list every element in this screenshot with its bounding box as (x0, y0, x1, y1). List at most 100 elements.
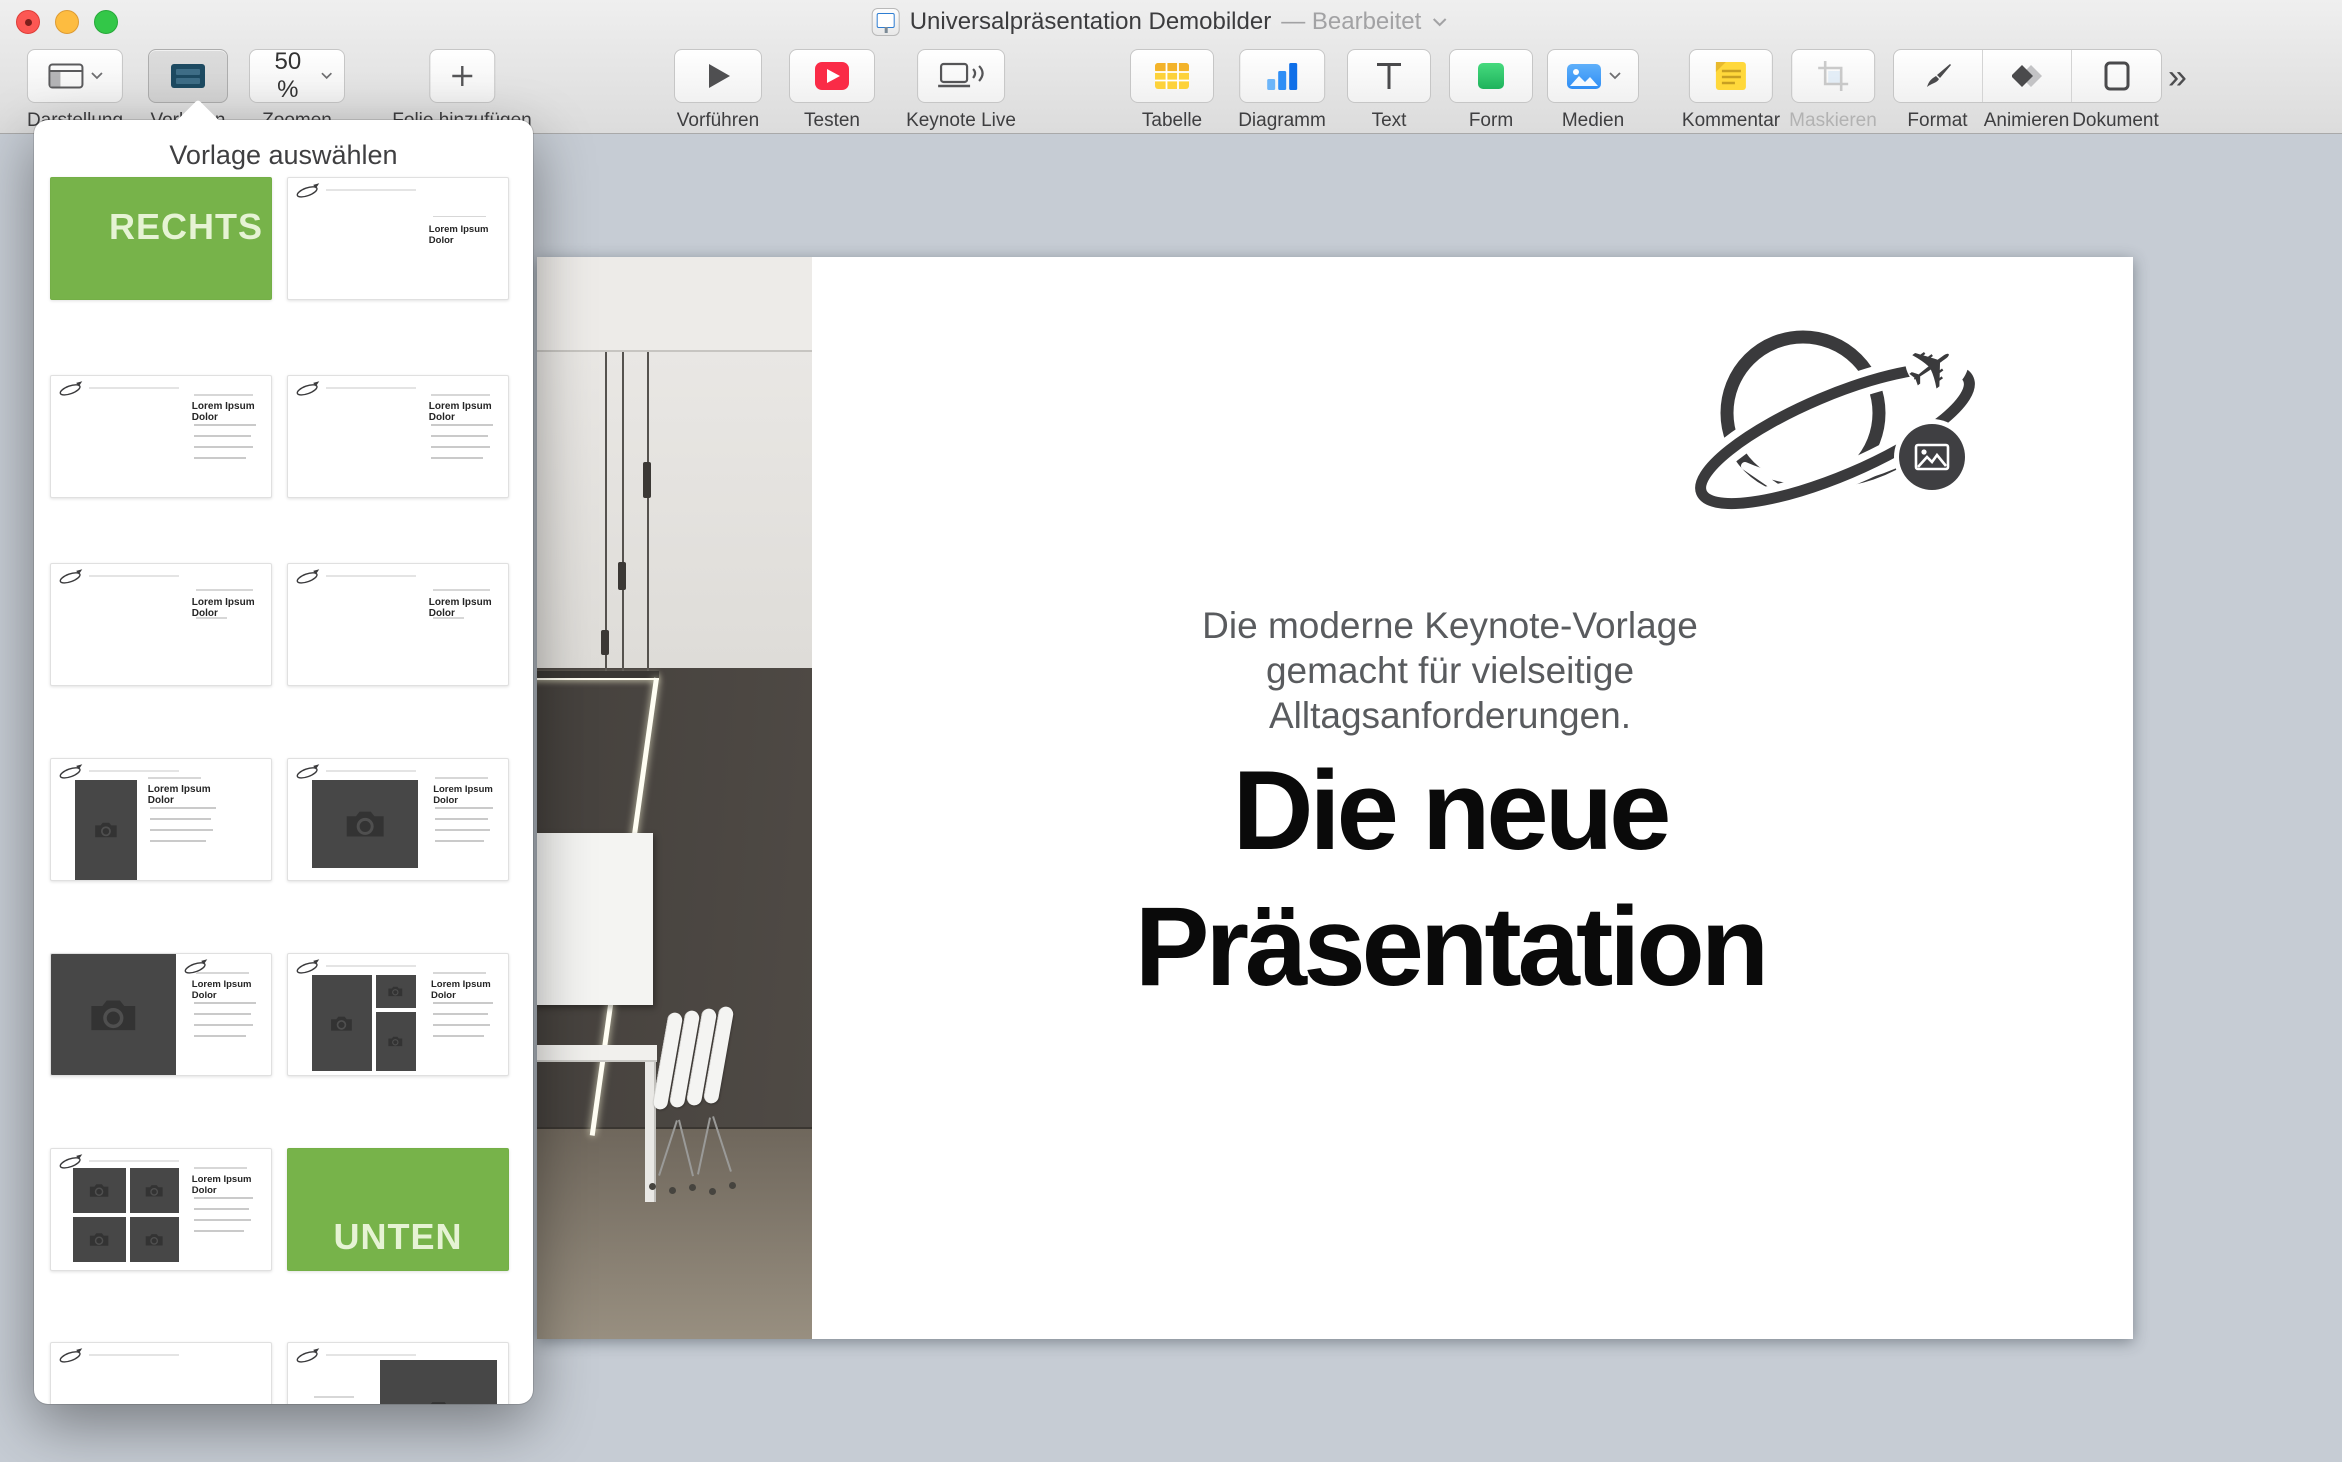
templates-button[interactable] (148, 49, 228, 103)
mini-logo-icon (58, 1348, 84, 1364)
template-thumb-rechts[interactable]: RECHTS (50, 177, 272, 300)
template-thumb-nur-überschrift-rechts-mittig[interactable]: Lorem Ipsum Dolor (287, 177, 509, 300)
title-chevron-down-icon[interactable] (1431, 17, 1447, 27)
zoom-button[interactable]: 50 % (249, 49, 345, 103)
toolbar-item-keynote-live: Keynote Live (906, 44, 1016, 132)
image-placeholder (73, 1217, 126, 1262)
chevron-down-icon (90, 72, 102, 80)
toolbar-item-vorfuehren: Vorführen (674, 44, 762, 132)
text-button[interactable] (1347, 49, 1431, 103)
template-thumb-überschrift-text-2[interactable]: Lorem Ipsum Dolor (287, 563, 509, 686)
inspector-segmented-control (1893, 49, 2162, 103)
plus-icon (449, 63, 475, 89)
template-thumb-überschrift-bullets-bild-1[interactable]: Lorem Ipsum Dolor (50, 758, 272, 881)
document-button[interactable] (2072, 50, 2161, 102)
template-popover: Vorlage auswählen RECHTSLorem Ipsum Dolo… (34, 120, 533, 1404)
template-thumb-überschrift-bullets-2[interactable]: Lorem Ipsum Dolor (287, 375, 509, 498)
rehearse-button[interactable] (789, 49, 875, 103)
comment-label: Kommentar (1682, 110, 1780, 132)
pendant-light (643, 462, 651, 498)
rehearse-icon (814, 61, 850, 91)
template-thumb-überschrift-bullets-4-bilder[interactable]: Lorem Ipsum Dolor (50, 1148, 272, 1271)
thumb-heading: Lorem Ipsum Dolor (433, 784, 499, 806)
toolbar-overflow-button[interactable]: » (2168, 58, 2184, 97)
template-thumb-überschrift-text[interactable]: Lorem Ipsum Dolor (50, 563, 272, 686)
shape-button[interactable] (1449, 49, 1533, 103)
photo-wall-light (537, 352, 812, 668)
photo-floor (537, 1127, 812, 1339)
titlebar: Universalpräsentation Demobilder — Bearb… (0, 0, 2342, 44)
close-button[interactable] (16, 10, 40, 34)
play-icon (704, 62, 732, 90)
format-brush-icon (1923, 61, 1953, 91)
image-placeholder (376, 1012, 416, 1071)
template-thumb-überschrift-bullets-3-bilder[interactable]: Lorem Ipsum Dolor (287, 953, 509, 1076)
play-button[interactable] (674, 49, 762, 103)
mini-logo-icon (295, 381, 321, 397)
toolbar-item-darstellung: Darstellung (27, 44, 123, 132)
toolbar-item-folie: Folie hinzufügen (392, 44, 531, 132)
shape-icon (1477, 62, 1505, 90)
mask-button[interactable] (1791, 49, 1875, 103)
template-thumb-blank[interactable] (287, 1342, 509, 1404)
mini-logo-icon (58, 381, 84, 397)
mask-label: Maskieren (1789, 110, 1877, 132)
table-icon (1154, 62, 1190, 90)
mini-logo-icon (295, 764, 321, 780)
keynote-live-label: Keynote Live (906, 110, 1016, 132)
thumb-heading: Lorem Ipsum Dolor (192, 401, 265, 423)
thumb-heading: Lorem Ipsum Dolor (192, 597, 265, 619)
mini-logo-icon (58, 764, 84, 780)
animate-label: Animieren (1982, 110, 2071, 132)
comment-button[interactable] (1689, 49, 1773, 103)
toolbar-item-tabelle: Tabelle (1130, 44, 1214, 132)
slide-subtitle[interactable]: Die moderne Keynote-Vorlage gemacht für … (900, 603, 2000, 738)
chevron-down-icon (1609, 72, 1621, 80)
chart-button[interactable] (1239, 49, 1325, 103)
view-layout-icon (47, 63, 83, 89)
image-placeholder (51, 954, 176, 1075)
image-placeholder (75, 780, 137, 880)
comment-icon (1714, 61, 1748, 91)
keynote-live-button[interactable] (917, 49, 1005, 103)
pendant-light (601, 630, 609, 655)
template-thumb-unten[interactable]: UNTEN (287, 1148, 509, 1271)
media-button[interactable] (1547, 49, 1639, 103)
document-edited-status: — Bearbeitet (1281, 8, 1421, 36)
chart-icon (1265, 61, 1299, 91)
add-slide-button[interactable] (429, 49, 495, 103)
template-thumb-überschrift-bullets-1[interactable]: Lorem Ipsum Dolor (50, 375, 272, 498)
slide-title[interactable]: Die neue Präsentation (900, 743, 2000, 1015)
travel-logo-image[interactable]: ✈ (1685, 318, 2005, 528)
mini-logo-icon (295, 569, 321, 585)
image-placeholder (130, 1168, 178, 1213)
photo-ceiling (537, 257, 812, 350)
keynote-window: ✈ Die moderne Keynote-Vorlage gemacht fü… (0, 0, 2342, 1462)
template-thumb-überschrift-bullets-bild-3[interactable]: Lorem Ipsum Dolor (50, 953, 272, 1076)
green-template-text: UNTEN (334, 1216, 463, 1258)
conference-table (537, 1045, 657, 1062)
slide-photo[interactable] (537, 257, 812, 1339)
minimize-button[interactable] (55, 10, 79, 34)
template-thumb-überschrift-bullets-bild-2[interactable]: Lorem Ipsum Dolor (287, 758, 509, 881)
thumb-heading: Lorem Ipsum Dolor (429, 597, 502, 619)
mini-logo-icon (295, 1348, 321, 1364)
document-title: Universalpräsentation Demobilder (910, 8, 1272, 36)
text-label: Text (1372, 110, 1407, 132)
image-placeholder (312, 975, 371, 1072)
format-button[interactable] (1894, 50, 1983, 102)
toolbar-item-testen: Testen (789, 44, 875, 132)
table-label: Tabelle (1142, 110, 1202, 132)
table-button[interactable] (1130, 49, 1214, 103)
rehearse-label: Testen (804, 110, 860, 132)
toolbar-item-kommentar: Kommentar (1682, 44, 1780, 132)
fullscreen-button[interactable] (94, 10, 118, 34)
view-button[interactable] (27, 49, 123, 103)
thumb-heading: Lorem Ipsum Dolor (429, 224, 495, 246)
animate-button[interactable] (1983, 50, 2072, 102)
template-thumb-blank[interactable] (50, 1342, 272, 1404)
toolbar-item-zoomen: 50 % Zoomen (249, 44, 345, 132)
slide[interactable]: ✈ Die moderne Keynote-Vorlage gemacht fü… (537, 257, 2133, 1339)
image-placeholder (130, 1217, 178, 1262)
thumb-heading: Lorem Ipsum Dolor (431, 979, 499, 1001)
